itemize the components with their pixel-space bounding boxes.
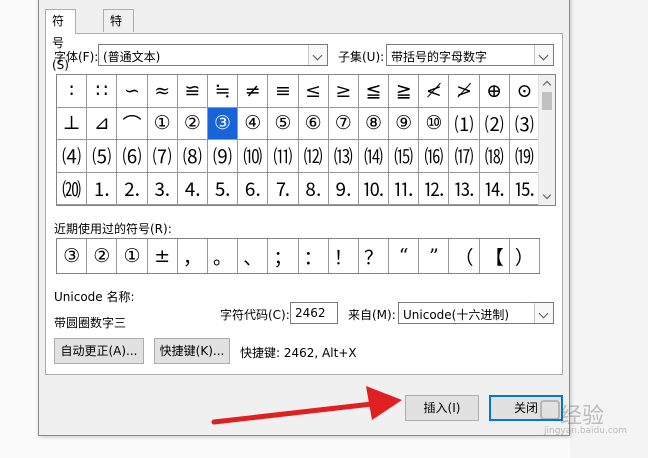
red-arrow-annotation — [211, 386, 402, 425]
watermark-logo-icon — [540, 400, 560, 420]
arrow-head — [366, 386, 402, 420]
watermark-sub: jingyan.baidu.com — [544, 426, 628, 436]
arrow-shaft — [211, 401, 375, 425]
watermark: 经验 jingyan.baidu.com — [540, 398, 648, 438]
tab-symbols[interactable]: 符号(S) — [45, 9, 76, 72]
